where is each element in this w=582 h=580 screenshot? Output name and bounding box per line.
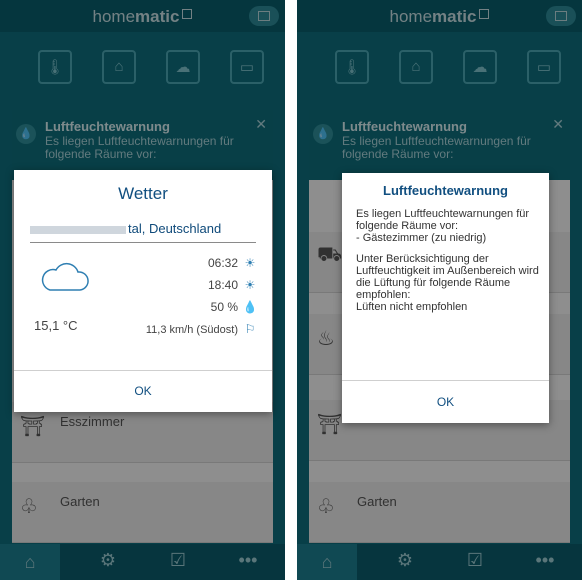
weather-dialog: Wetter tal, Deutschland 15,1 °C 06:32 ☀ 1… — [14, 170, 272, 412]
sunrise-icon: ☀ — [244, 256, 256, 270]
body-result: Lüften nicht empfohlen — [356, 301, 468, 313]
dialog-divider — [14, 370, 272, 371]
humidity-drop-icon: 💧 — [242, 300, 258, 314]
dialog-title: Wetter — [118, 184, 168, 203]
cloud-icon — [41, 262, 89, 291]
phone-right: homematic 🌡 ⌂ ☁ ▭ 💧 Luftfeuchtewarnung E… — [297, 0, 582, 580]
humidity-row: 50 % 💧 — [211, 300, 258, 314]
sunrise-value: 06:32 — [207, 256, 238, 270]
blurred-location — [30, 226, 126, 234]
phone-left: homematic 🌡 ⌂ ☁ ▭ 💧 Luftfeuchtewarnung E… — [0, 0, 285, 580]
ok-button[interactable]: OK — [342, 395, 549, 409]
location-text: tal, Deutschland — [128, 221, 222, 236]
sunset-icon: ☀ — [244, 278, 256, 292]
wind-icon: ⚐ — [244, 322, 256, 336]
sunset-value: 18:40 — [207, 278, 238, 292]
sunset-row: 18:40 ☀ — [208, 278, 258, 292]
sunrise-row: 06:32 ☀ — [208, 256, 258, 270]
body-recommendation: Unter Berücksichtigung der Luftfeuchtigk… — [356, 253, 539, 301]
body-intro: Es liegen Luftfeuchtewarnungen für folge… — [356, 208, 530, 232]
location-field[interactable]: tal, Deutschland — [30, 220, 256, 243]
humidity-warning-dialog: Luftfeuchtewarnung Es liegen Luftfeuchte… — [342, 173, 549, 423]
dialog-divider — [342, 380, 549, 381]
ok-button[interactable]: OK — [14, 384, 272, 398]
wind-row: 11,3 km/h (Südost) ⚐ — [146, 322, 258, 336]
body-room: - Gästezimmer (zu niedrig) — [356, 232, 487, 244]
temperature: 15,1 °C — [34, 318, 78, 333]
wind-value: 11,3 km/h (Südost) — [145, 324, 238, 336]
dialog-title: Luftfeuchtewarnung — [383, 183, 508, 198]
humidity-value: 50 % — [210, 300, 238, 314]
dialog-body: Es liegen Luftfeuchtewarnungen für folge… — [356, 208, 541, 322]
